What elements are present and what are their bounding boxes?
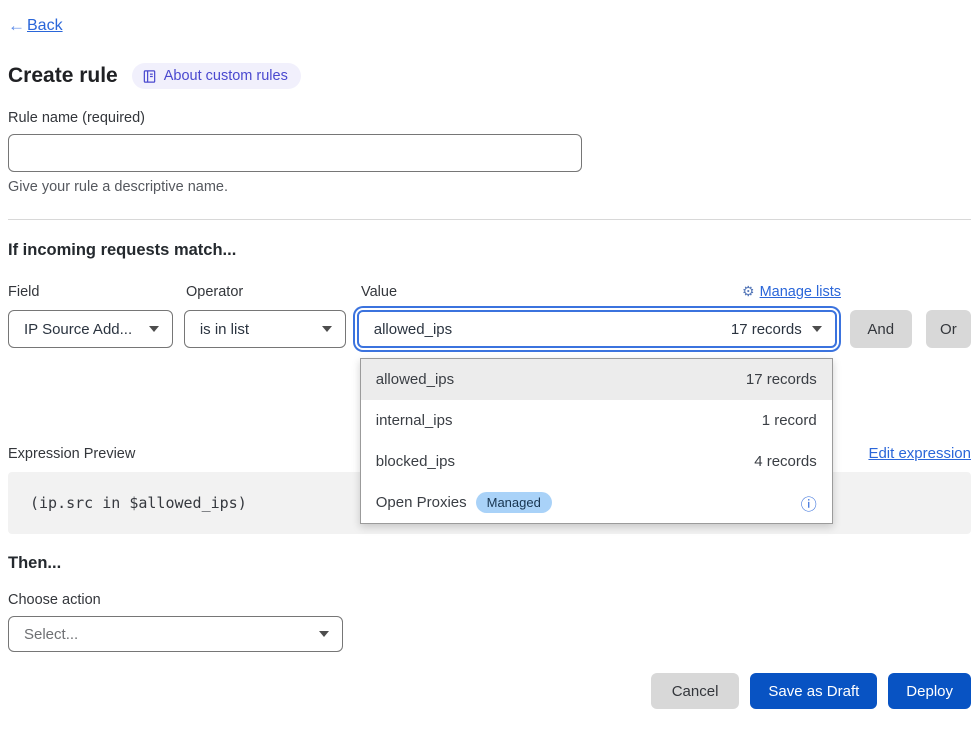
gear-icon: ⚙ <box>742 283 755 300</box>
create-rule-page: ← Back Create rule About custom rules Ru… <box>0 0 979 739</box>
deploy-button[interactable]: Deploy <box>888 673 971 709</box>
chevron-down-icon <box>322 326 332 332</box>
match-section: If incoming requests match... Field Oper… <box>8 241 971 534</box>
value-dropdown-menu: allowed_ips 17 records internal_ips 1 re… <box>360 358 833 524</box>
list-name: Open Proxies <box>376 494 467 511</box>
list-item-allowed-ips[interactable]: allowed_ips 17 records <box>361 359 832 400</box>
list-item-open-proxies[interactable]: Open Proxies Managed ⓘ <box>361 482 832 523</box>
manage-lists: ⚙ Manage lists <box>742 283 841 300</box>
page-title: Create rule <box>8 64 118 88</box>
back-nav: ← Back <box>8 16 971 36</box>
and-button[interactable]: And <box>850 310 912 348</box>
about-custom-rules-label: About custom rules <box>164 68 288 84</box>
or-button[interactable]: Or <box>926 310 971 348</box>
value-select-wrapper: allowed_ips 17 records allowed_ips 17 re… <box>357 310 837 348</box>
operator-column-label: Operator <box>186 284 350 300</box>
back-arrow-icon: ← <box>8 16 25 36</box>
operator-select-value: is in list <box>200 321 249 338</box>
edit-expression-link[interactable]: Edit expression <box>868 445 971 462</box>
footer-actions: Cancel Save as Draft Deploy <box>8 673 971 729</box>
field-select-value: IP Source Add... <box>24 321 132 338</box>
choose-action-label: Choose action <box>8 592 971 608</box>
info-icon[interactable]: ⓘ <box>801 491 817 515</box>
condition-row: IP Source Add... is in list allowed_ips … <box>8 310 971 348</box>
then-heading: Then... <box>8 554 971 573</box>
list-name: allowed_ips <box>376 371 454 388</box>
field-column-label: Field <box>8 284 175 300</box>
cancel-button[interactable]: Cancel <box>651 673 740 709</box>
manage-lists-link[interactable]: Manage lists <box>760 284 841 300</box>
list-record-count: 17 records <box>746 371 817 388</box>
list-record-count: 4 records <box>754 453 817 470</box>
page-header: Create rule About custom rules <box>8 63 971 89</box>
chevron-down-icon <box>149 326 159 332</box>
action-select-placeholder: Select... <box>24 626 78 643</box>
action-select[interactable]: Select... <box>8 616 343 652</box>
rule-name-group: Rule name (required) Give your rule a de… <box>8 110 971 195</box>
about-custom-rules-link[interactable]: About custom rules <box>132 63 301 89</box>
rule-name-label: Rule name (required) <box>8 110 971 126</box>
operator-select[interactable]: is in list <box>184 310 346 348</box>
section-divider <box>8 219 971 220</box>
list-name: internal_ips <box>376 412 453 429</box>
condition-column-labels: Field Operator Value ⚙ Manage lists <box>8 283 971 300</box>
value-select-count: 17 records <box>731 321 802 338</box>
back-link[interactable]: Back <box>27 17 63 35</box>
field-select[interactable]: IP Source Add... <box>8 310 173 348</box>
managed-badge: Managed <box>476 492 552 513</box>
chevron-down-icon <box>319 631 329 637</box>
list-record-count: 1 record <box>762 412 817 429</box>
rule-name-input[interactable] <box>8 134 582 172</box>
value-select-value: allowed_ips <box>374 321 452 338</box>
list-item-internal-ips[interactable]: internal_ips 1 record <box>361 400 832 441</box>
rule-name-helper: Give your rule a descriptive name. <box>8 179 971 195</box>
match-section-heading: If incoming requests match... <box>8 241 971 260</box>
expression-code: (ip.src in $allowed_ips) <box>30 494 247 512</box>
value-column-label: Value <box>361 284 397 300</box>
expression-preview-label: Expression Preview <box>8 446 135 462</box>
then-section: Then... Choose action Select... <box>8 554 971 652</box>
value-select[interactable]: allowed_ips 17 records <box>357 310 837 348</box>
list-item-blocked-ips[interactable]: blocked_ips 4 records <box>361 441 832 482</box>
list-name: blocked_ips <box>376 453 455 470</box>
chevron-down-icon <box>812 326 822 332</box>
save-as-draft-button[interactable]: Save as Draft <box>750 673 877 709</box>
book-icon <box>142 69 157 84</box>
